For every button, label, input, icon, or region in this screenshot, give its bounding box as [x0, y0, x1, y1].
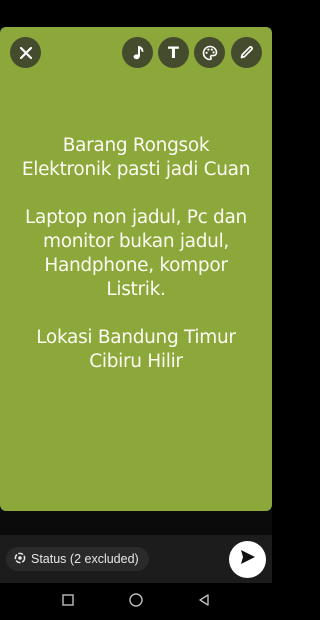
status-text-line: Handphone, kompor	[44, 255, 228, 276]
status-canvas[interactable]: T Barang Rongsok Elektronik pasti jadi C…	[0, 27, 272, 511]
status-paragraph: Lokasi Bandung Timur Cibiru Hilir	[8, 326, 264, 374]
status-paragraph: Barang Rongsok Elektronik pasti jadi Cua…	[8, 134, 264, 182]
pencil-icon	[239, 45, 254, 60]
close-icon	[19, 46, 33, 60]
status-ring-icon	[14, 552, 26, 567]
back-icon	[197, 593, 211, 612]
color-button[interactable]	[194, 37, 225, 68]
home-button[interactable]	[126, 592, 146, 612]
system-navigation-bar	[0, 583, 272, 620]
status-text-line: Cibiru Hilir	[89, 351, 183, 372]
status-audience-button[interactable]: Status (2 excluded)	[6, 547, 149, 571]
recent-apps-icon	[61, 593, 75, 612]
status-text-line: Elektronik pasti jadi Cuan	[21, 159, 251, 180]
status-text-line: Lokasi Bandung Timur	[36, 327, 236, 348]
status-text-overlay[interactable]: Barang Rongsok Elektronik pasti jadi Cua…	[8, 134, 264, 398]
text-tool-button[interactable]: T	[158, 37, 189, 68]
send-button[interactable]	[229, 541, 266, 578]
draw-button[interactable]	[231, 37, 262, 68]
home-icon	[128, 592, 144, 613]
send-arrow-icon	[239, 548, 257, 571]
status-text-line: Listrik.	[106, 279, 166, 300]
status-text-line: Laptop non jadul, Pc dan	[25, 207, 247, 228]
back-button[interactable]	[194, 592, 214, 612]
close-button[interactable]	[10, 37, 41, 68]
status-text-line: Barang Rongsok	[62, 135, 210, 156]
music-note-icon	[131, 45, 145, 61]
recent-apps-button[interactable]	[58, 592, 78, 612]
text-t-icon: T	[168, 42, 179, 62]
palette-icon	[202, 45, 218, 61]
status-text-line: monitor bukan jadul,	[42, 231, 230, 252]
status-paragraph: Laptop non jadul, Pc dan monitor bukan j…	[8, 206, 264, 302]
status-audience-label: Status (2 excluded)	[31, 552, 139, 566]
send-bar: Status (2 excluded)	[0, 535, 272, 583]
music-button[interactable]	[122, 37, 153, 68]
system-status-bar	[0, 0, 272, 27]
status-composer-screen: T Barang Rongsok Elektronik pasti jadi C…	[0, 0, 272, 620]
